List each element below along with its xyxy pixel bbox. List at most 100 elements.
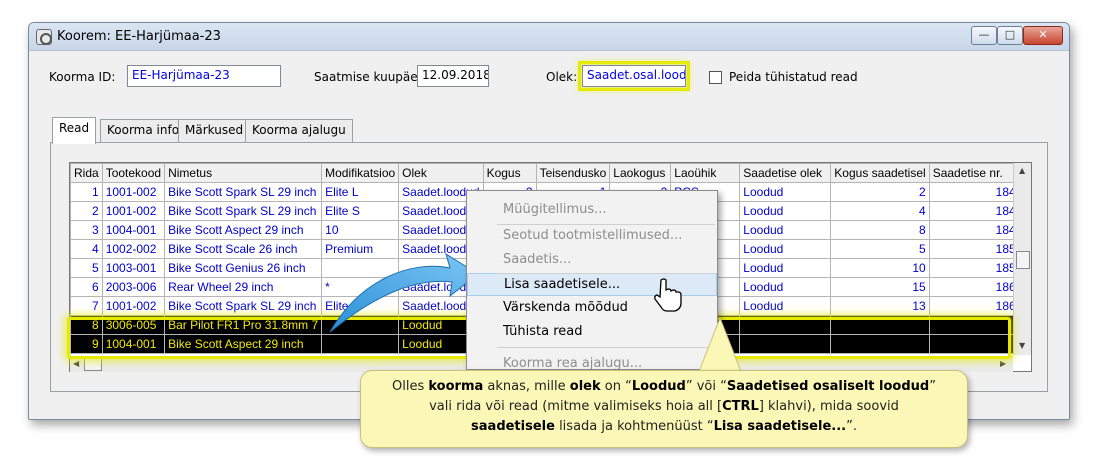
callout-text: on “	[600, 379, 632, 394]
table-cell: Loodud	[739, 258, 832, 278]
column-header[interactable]: Kogus saadetisel	[830, 163, 930, 183]
peida-tuhistatud-checkbox[interactable]	[709, 71, 722, 84]
table-cell: Loodud	[739, 220, 832, 240]
table-cell: Loodud	[739, 239, 832, 259]
callout-pointer	[697, 318, 743, 374]
grid-vertical-scrollbar[interactable]: ▲ ▼	[1013, 163, 1031, 355]
table-cell: 2	[830, 182, 930, 202]
koorma-id-field[interactable]: EE-Harjümaa-23	[127, 65, 281, 87]
table-cell: 184	[928, 220, 1020, 240]
tab-koorma-ajalugu[interactable]: Koorma ajalugu	[245, 119, 353, 143]
callout-bold: koorma	[428, 379, 484, 394]
close-button[interactable]: ✕	[1023, 26, 1063, 45]
table-cell: Bike Scott Spark SL 29 inch	[164, 182, 323, 202]
context-menu-item[interactable]: Tühista read	[467, 321, 717, 344]
table-cell: Elite S	[321, 201, 400, 221]
table-cell: 2003-006	[101, 277, 166, 297]
table-cell	[830, 315, 930, 335]
minimize-button[interactable]: —	[971, 26, 997, 45]
column-header[interactable]: Saadetise nr.	[928, 163, 1020, 183]
window-title: Koorem: EE-Harjümaa-23	[57, 29, 221, 44]
column-header[interactable]: Tootekood	[101, 163, 166, 183]
context-menu-item[interactable]: Saadetis...	[467, 249, 717, 272]
scroll-down-arrow-icon[interactable]: ▼	[1019, 341, 1025, 350]
scroll-right-arrow-icon[interactable]: ▶	[1000, 359, 1006, 368]
column-header[interactable]: Laokogus	[609, 163, 672, 183]
table-cell: Loodud	[739, 182, 832, 202]
koorma-id-label: Koorma ID:	[49, 70, 116, 84]
table-cell: Bike Scott Aspect 29 inch	[164, 334, 323, 354]
callout-text: vali rida või read (mitme valimiseks hoi…	[429, 399, 723, 414]
callout-bold: Loodud	[631, 379, 686, 394]
menu-separator	[497, 273, 715, 274]
tab-markused[interactable]: Märkused	[178, 119, 251, 143]
callout-bold: CTRL	[722, 399, 759, 414]
callout-text: ”	[929, 379, 936, 394]
table-cell: 186	[928, 277, 1020, 297]
table-cell: 1001-002	[101, 201, 166, 221]
table-cell: 8	[830, 220, 930, 240]
menu-separator	[497, 347, 715, 348]
table-cell: 2	[70, 201, 103, 221]
column-header[interactable]: Modifikatsioo	[321, 163, 400, 183]
table-cell: 6	[70, 277, 103, 297]
column-header[interactable]: Laoühik	[670, 163, 741, 183]
table-cell: 15	[830, 277, 930, 297]
table-cell: Bike Scott Spark SL 29 inch	[164, 201, 323, 221]
tab-koorma-info[interactable]: Koorma info	[100, 119, 187, 143]
table-cell: Bike Scott Aspect 29 inch	[164, 220, 323, 240]
table-cell: 5	[70, 258, 103, 278]
saatmise-kuupaev-field[interactable]: 12.09.2018	[417, 65, 489, 87]
olek-field[interactable]: Saadet.osal.loodu	[578, 61, 690, 91]
table-cell: Rear Wheel 29 inch	[164, 277, 323, 297]
callout-text: lisada ja kohtmenüüst “	[554, 419, 714, 434]
callout-text: aknas, mille	[483, 379, 570, 394]
table-cell	[928, 334, 1020, 354]
column-header[interactable]: Saadetise olek	[739, 163, 832, 183]
table-cell	[830, 334, 930, 354]
tab-read[interactable]: Read	[52, 117, 97, 144]
table-cell: 7	[70, 296, 103, 316]
vertical-scroll-thumb[interactable]	[1016, 251, 1030, 269]
horizontal-scroll-thumb[interactable]	[84, 358, 102, 371]
context-menu-item[interactable]: Seotud tootmistellimused...	[467, 225, 717, 248]
table-cell: Bike Scott Spark SL 29 inch	[164, 296, 323, 316]
scroll-up-arrow-icon[interactable]: ▲	[1019, 166, 1025, 175]
table-cell: 4	[830, 201, 930, 221]
column-header[interactable]: Olek	[398, 163, 484, 183]
maximize-button[interactable]: □	[997, 26, 1023, 45]
peida-tuhistatud-label: Peida tühistatud read	[729, 70, 858, 84]
window-app-icon	[36, 29, 52, 45]
context-menu-item[interactable]: Müügitellimus...	[467, 199, 717, 222]
table-cell: 185	[928, 239, 1020, 259]
column-header[interactable]: Rida	[70, 163, 103, 183]
table-cell: 1002-002	[101, 239, 166, 259]
table-cell	[739, 315, 832, 335]
callout-bold: Lisa saadetisele...	[713, 419, 847, 434]
column-header[interactable]: Nimetus	[164, 163, 323, 183]
olek-label: Olek:	[546, 70, 578, 84]
title-bar: Koorem: EE-Harjümaa-23 — □ ✕	[29, 23, 1069, 51]
table-cell: 1001-002	[101, 182, 166, 202]
table-cell: 186	[928, 296, 1020, 316]
table-cell: Bar Pilot FR1 Pro 31.8mm 7	[164, 315, 323, 335]
table-cell: 1004-001	[101, 220, 166, 240]
table-cell: Bike Scott Genius 26 inch	[164, 258, 323, 278]
table-cell: 1001-002	[101, 296, 166, 316]
table-cell: Bike Scott Scale 26 inch	[164, 239, 323, 259]
table-cell: 1004-001	[101, 334, 166, 354]
table-cell: Loodud	[739, 201, 832, 221]
callout-bold: Saadetised osaliselt loodud	[726, 379, 930, 394]
scroll-left-arrow-icon[interactable]: ◀	[73, 359, 79, 368]
callout-bold: saadetisele	[471, 419, 555, 434]
column-header[interactable]: Kogus	[482, 163, 537, 183]
callout-text: Olles	[392, 379, 429, 394]
table-cell	[928, 315, 1020, 335]
table-cell: 1003-001	[101, 258, 166, 278]
column-header[interactable]: Teisendusko	[535, 163, 611, 183]
table-cell: Loodud	[739, 296, 832, 316]
instruction-callout: Olles koorma aknas, mille olek on “Loodu…	[360, 370, 968, 448]
table-cell: 3	[70, 220, 103, 240]
grid-header-row: Rida Tootekood Nimetus Modifikatsioo Olek Kog…	[70, 163, 1020, 183]
table-cell: 9	[70, 334, 103, 354]
